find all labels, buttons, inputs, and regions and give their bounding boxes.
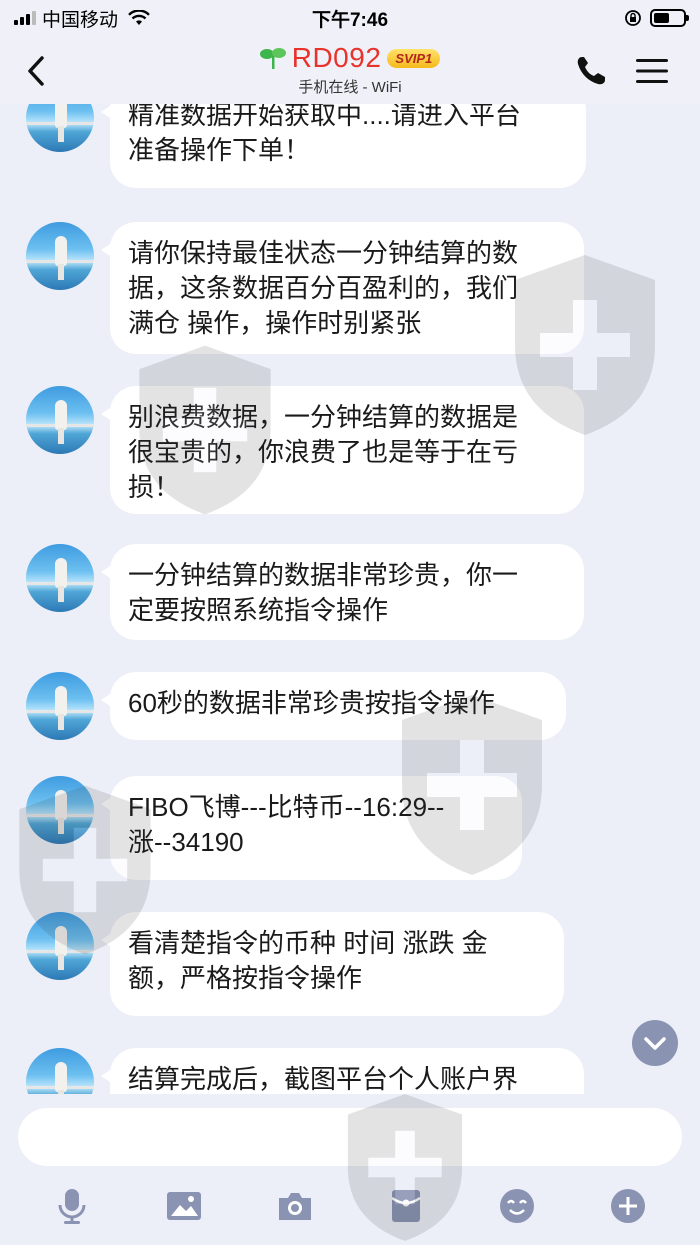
- avatar[interactable]: [26, 1048, 94, 1094]
- orientation-lock-icon: [625, 10, 641, 26]
- status-left: 中国移动: [14, 5, 150, 32]
- cell-signal-icon: [14, 11, 36, 25]
- input-area: [0, 1094, 700, 1245]
- avatar[interactable]: [26, 672, 94, 740]
- sprout-icon: [259, 48, 286, 69]
- message-bubble[interactable]: 一分钟结算的数据非常珍贵，你一 定要按照系统指令操作: [101, 544, 584, 640]
- message-bubble[interactable]: FIBO飞博---比特币--16:29-- 涨--34190: [101, 776, 522, 880]
- scroll-to-bottom-button[interactable]: [632, 1020, 678, 1066]
- carrier-label: 中国移动: [42, 9, 119, 31]
- status-bar: 中国移动 下午7:46: [0, 0, 700, 36]
- contact-name: RD092: [291, 42, 382, 73]
- chat-header: RD092 SVIP1 手机在线 - WiFi: [0, 36, 700, 104]
- message-bubble[interactable]: 别浪费数据，一分钟结算的数据是 很宝贵的，你浪费了也是等于在亏 损！: [101, 386, 584, 514]
- plus-icon[interactable]: [608, 1186, 648, 1226]
- avatar[interactable]: [26, 912, 94, 980]
- svip-badge: SVIP1: [387, 48, 441, 68]
- message-bubble[interactable]: 精准数据开始获取中....请进入平台 准备操作下单！: [101, 104, 586, 188]
- status-right: [624, 9, 689, 27]
- message-bubble[interactable]: 请你保持最佳状态一分钟结算的数 据，这条数据百分百盈利的，我们 满仓 操作，操作…: [101, 222, 584, 354]
- avatar[interactable]: [26, 776, 94, 844]
- menu-button[interactable]: [634, 56, 670, 86]
- message-bubble[interactable]: 结算完成后，截图平台个人账户界: [101, 1048, 584, 1094]
- red-packet-icon[interactable]: [386, 1186, 426, 1226]
- message-input[interactable]: [18, 1108, 682, 1166]
- avatar[interactable]: [26, 544, 94, 612]
- avatar[interactable]: [26, 386, 94, 454]
- battery-icon: [650, 9, 689, 27]
- emoji-icon[interactable]: [497, 1186, 537, 1226]
- wifi-icon: [128, 10, 150, 25]
- message-bubble[interactable]: 60秒的数据非常珍贵按指令操作: [101, 672, 566, 740]
- chevron-down-icon: [644, 1037, 666, 1050]
- avatar[interactable]: [26, 222, 94, 290]
- camera-icon[interactable]: [275, 1186, 315, 1226]
- microphone-icon[interactable]: [52, 1186, 92, 1226]
- message-bubble[interactable]: 看清楚指令的币种 时间 涨跌 金 额，严格按指令操作: [101, 912, 564, 1016]
- avatar[interactable]: [26, 104, 94, 152]
- chat-area[interactable]: 精准数据开始获取中....请进入平台 准备操作下单！ 请你保持最佳状态一分钟结算…: [0, 104, 700, 1094]
- image-icon[interactable]: [164, 1186, 204, 1226]
- call-button[interactable]: [574, 54, 608, 88]
